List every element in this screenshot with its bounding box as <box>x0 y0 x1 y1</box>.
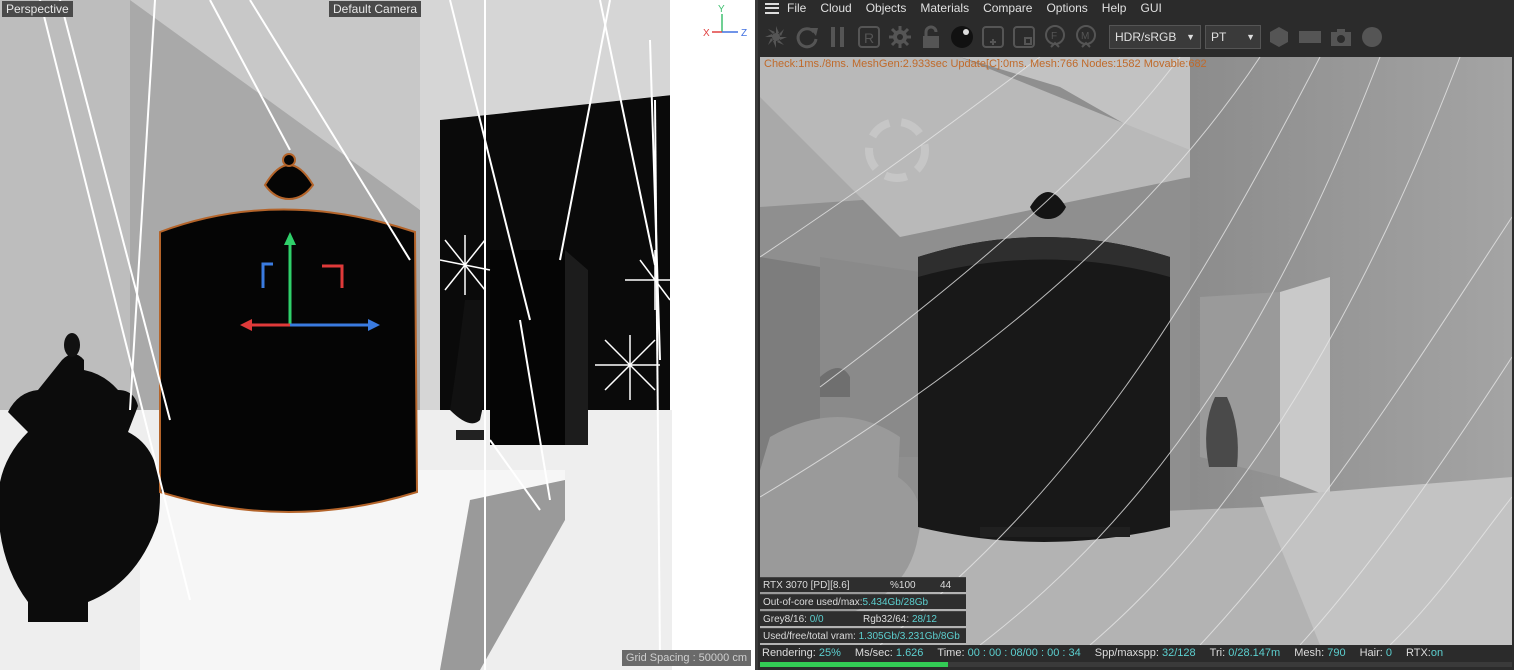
svg-text:R: R <box>864 30 874 46</box>
perspective-viewport[interactable]: Perspective Default Camera Y X Z Grid Sp… <box>0 0 755 670</box>
out-of-core-row: Out-of-core used/max:5.434Gb/28Gb <box>760 594 966 609</box>
axis-orientation-icon: Y X Z <box>703 4 747 39</box>
gpu-temperature: 44 <box>940 580 952 591</box>
menu-compare[interactable]: Compare <box>983 1 1032 15</box>
mesh-label: Mesh: <box>1294 647 1325 659</box>
out-of-core-label: Out-of-core used/max: <box>763 597 863 608</box>
time-label: Time: <box>937 647 965 659</box>
add-region-icon[interactable] <box>980 24 1006 50</box>
hexagon-icon[interactable] <box>1266 24 1292 50</box>
render-progress-bar <box>760 662 1512 667</box>
vram-label: Used/free/total vram: <box>763 631 856 642</box>
camera-icon[interactable] <box>1328 24 1354 50</box>
mesh-value: 790 <box>1327 647 1346 659</box>
ms-label: Ms/sec: <box>854 647 893 659</box>
rendering-value: 25% <box>818 647 841 659</box>
hair-value: 0 <box>1385 647 1392 659</box>
material-sphere-icon[interactable] <box>949 24 975 50</box>
menu-file[interactable]: File <box>787 1 806 15</box>
rtx-value: on <box>1430 647 1444 659</box>
kernel-select[interactable]: PT ▼ <box>1205 25 1261 49</box>
circle-icon[interactable] <box>1359 24 1385 50</box>
ms-value: 1.626 <box>895 647 924 659</box>
grey-label: Grey8/16: <box>763 614 807 625</box>
grey-value: 0/0 <box>809 614 824 625</box>
settings-gear-icon[interactable] <box>887 24 913 50</box>
rectangle-icon[interactable] <box>1297 24 1323 50</box>
chevron-down-icon: ▼ <box>1186 32 1195 42</box>
pause-icon[interactable] <box>825 24 851 50</box>
menu-help[interactable]: Help <box>1102 1 1127 15</box>
hair-label: Hair: <box>1359 647 1383 659</box>
tri-label: Tri: <box>1209 647 1226 659</box>
gpu-name: RTX 3070 [PD][8.6] <box>763 580 850 591</box>
viewport-scene <box>0 0 755 670</box>
axis-x-label: X <box>703 28 710 39</box>
camera-label[interactable]: Default Camera <box>329 1 422 17</box>
menu-options[interactable]: Options <box>1046 1 1087 15</box>
rtx-label: RTX: <box>1406 647 1431 659</box>
time-value: 00 : 00 : 08/00 : 00 : 34 <box>967 647 1081 659</box>
chevron-down-icon: ▼ <box>1246 32 1255 42</box>
menu-gui[interactable]: GUI <box>1140 1 1161 15</box>
menu-objects[interactable]: Objects <box>866 1 907 15</box>
menu-materials[interactable]: Materials <box>920 1 969 15</box>
rgb-value: 28/12 <box>911 614 937 625</box>
gpu-usage: %100 <box>890 580 916 591</box>
kernel-value: PT <box>1211 30 1227 44</box>
region-icon[interactable]: R <box>856 24 882 50</box>
out-of-core-value: 5.434Gb/28Gb <box>862 597 929 608</box>
texture-count-row: Grey8/16: 0/0 Rgb32/64: 28/12 <box>760 611 966 626</box>
render-statusbar: Rendering: 25% Ms/sec: 1.626 Time: 00 : … <box>758 645 1514 661</box>
toolbar: R F M HDR/sRGB ▼ PT ▼ <box>758 18 1514 56</box>
tri-value: 0/28.147m <box>1228 647 1281 659</box>
svg-text:M: M <box>1081 31 1089 42</box>
view-label[interactable]: Perspective <box>2 1 73 17</box>
render-progress-fill <box>760 662 948 667</box>
color-space-select[interactable]: HDR/sRGB ▼ <box>1109 25 1201 49</box>
vram-row: Used/free/total vram: 1.305Gb/3.231Gb/8G… <box>760 628 966 643</box>
send-scene-icon[interactable] <box>763 24 789 50</box>
spp-label: Spp/maxspp: <box>1094 647 1159 659</box>
restart-icon[interactable] <box>794 24 820 50</box>
color-space-value: HDR/sRGB <box>1115 30 1177 44</box>
spp-value: 32/128 <box>1162 647 1196 659</box>
lock-icon[interactable] <box>918 24 944 50</box>
rendered-image <box>760 57 1512 645</box>
hamburger-menu-icon[interactable] <box>765 2 779 14</box>
menu-bar: File Cloud Objects Materials Compare Opt… <box>758 0 1514 16</box>
rgb-label: Rgb32/64: <box>863 614 910 625</box>
live-viewer-panel: File Cloud Objects Materials Compare Opt… <box>758 0 1514 670</box>
grid-spacing-label: Grid Spacing : 50000 cm <box>621 650 751 666</box>
rendering-label: Rendering: <box>762 647 816 659</box>
focus-pick-icon[interactable]: F <box>1042 24 1068 50</box>
film-region-icon[interactable] <box>1011 24 1037 50</box>
svg-text:F: F <box>1051 31 1057 42</box>
menu-cloud[interactable]: Cloud <box>820 1 851 15</box>
gpu-info-row: RTX 3070 [PD][8.6] %100 44 <box>760 577 966 592</box>
material-pick-icon[interactable]: M <box>1073 24 1099 50</box>
render-status-line: Check:1ms./8ms. MeshGen:2.933sec Update[… <box>764 58 1207 70</box>
axis-z-label: Z <box>741 28 747 39</box>
vram-value: 1.305Gb/3.231Gb/8Gb <box>858 631 960 642</box>
axis-y-label: Y <box>718 4 725 15</box>
render-view[interactable]: Check:1ms./8ms. MeshGen:2.933sec Update[… <box>760 57 1512 645</box>
